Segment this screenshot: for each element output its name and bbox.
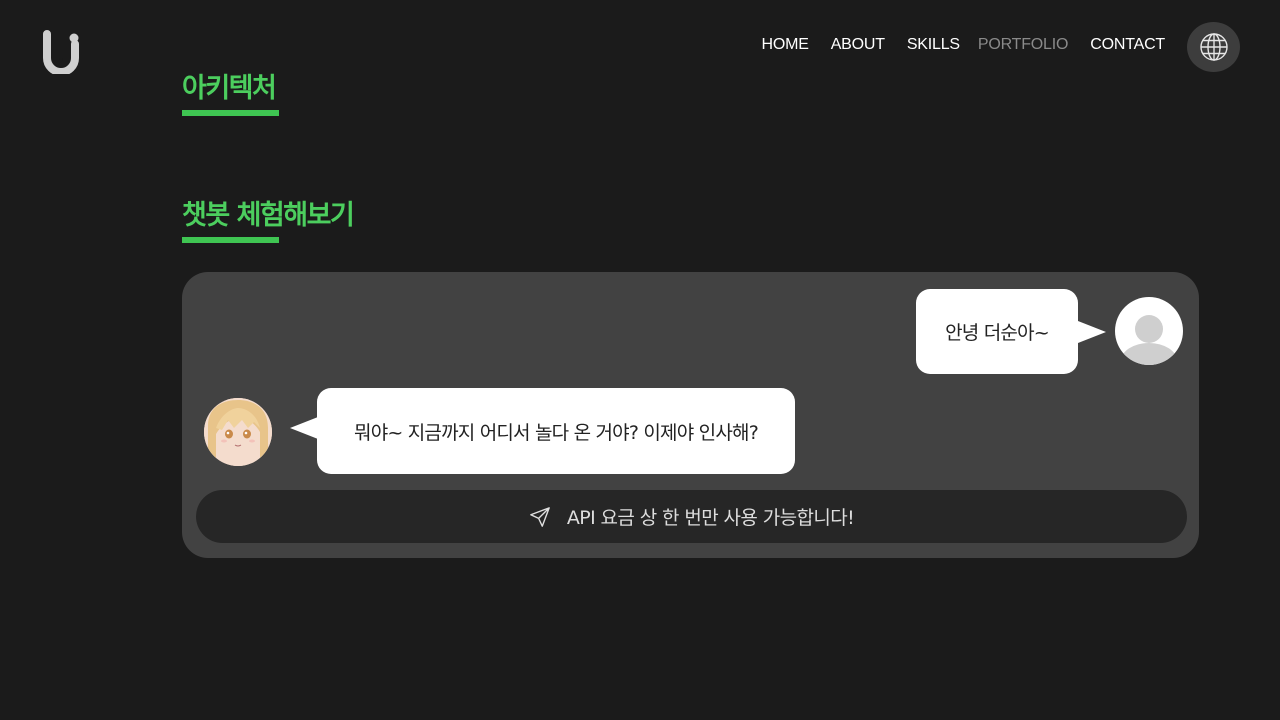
chat-panel: 안녕 더순아~ 뭐야~ 지금까지 어디서 놀다 온 거야? 이제야 인사해? A… [182, 272, 1199, 558]
chatbot-underline [182, 237, 279, 243]
nav-contact[interactable]: CONTACT [1090, 36, 1165, 54]
send-icon [529, 506, 550, 527]
language-button[interactable] [1187, 22, 1240, 72]
main-nav: HOME ABOUT SKILLS PORTFOLIO CONTACT [739, 36, 1165, 54]
chatbot-heading: 챗봇 체험해보기 [182, 200, 355, 231]
architecture-underline [182, 110, 279, 116]
chat-input-notice: API 요금 상 한 번만 사용 가능합니다! [566, 507, 855, 529]
nav-portfolio[interactable]: PORTFOLIO [978, 36, 1069, 54]
bot-message-text: 뭐야~ 지금까지 어디서 놀다 온 거야? 이제야 인사해? [354, 421, 759, 444]
user-bubble-tail [1078, 321, 1106, 343]
nav-skills[interactable]: SKILLS [907, 36, 960, 54]
bot-bubble-tail [290, 417, 318, 439]
user-avatar [1115, 297, 1183, 365]
site-logo[interactable] [40, 28, 84, 76]
bot-avatar [204, 398, 272, 466]
user-message-text: 안녕 더순아~ [945, 322, 1050, 344]
user-message-bubble: 안녕 더순아~ [916, 289, 1078, 374]
globe-icon [1199, 33, 1228, 61]
bot-message-bubble: 뭐야~ 지금까지 어디서 놀다 온 거야? 이제야 인사해? [317, 388, 795, 474]
nav-about[interactable]: ABOUT [831, 36, 885, 54]
chat-input-bar[interactable]: API 요금 상 한 번만 사용 가능합니다! [196, 490, 1187, 543]
nav-home[interactable]: HOME [761, 36, 808, 54]
architecture-heading: 아키텍처 [182, 73, 277, 104]
